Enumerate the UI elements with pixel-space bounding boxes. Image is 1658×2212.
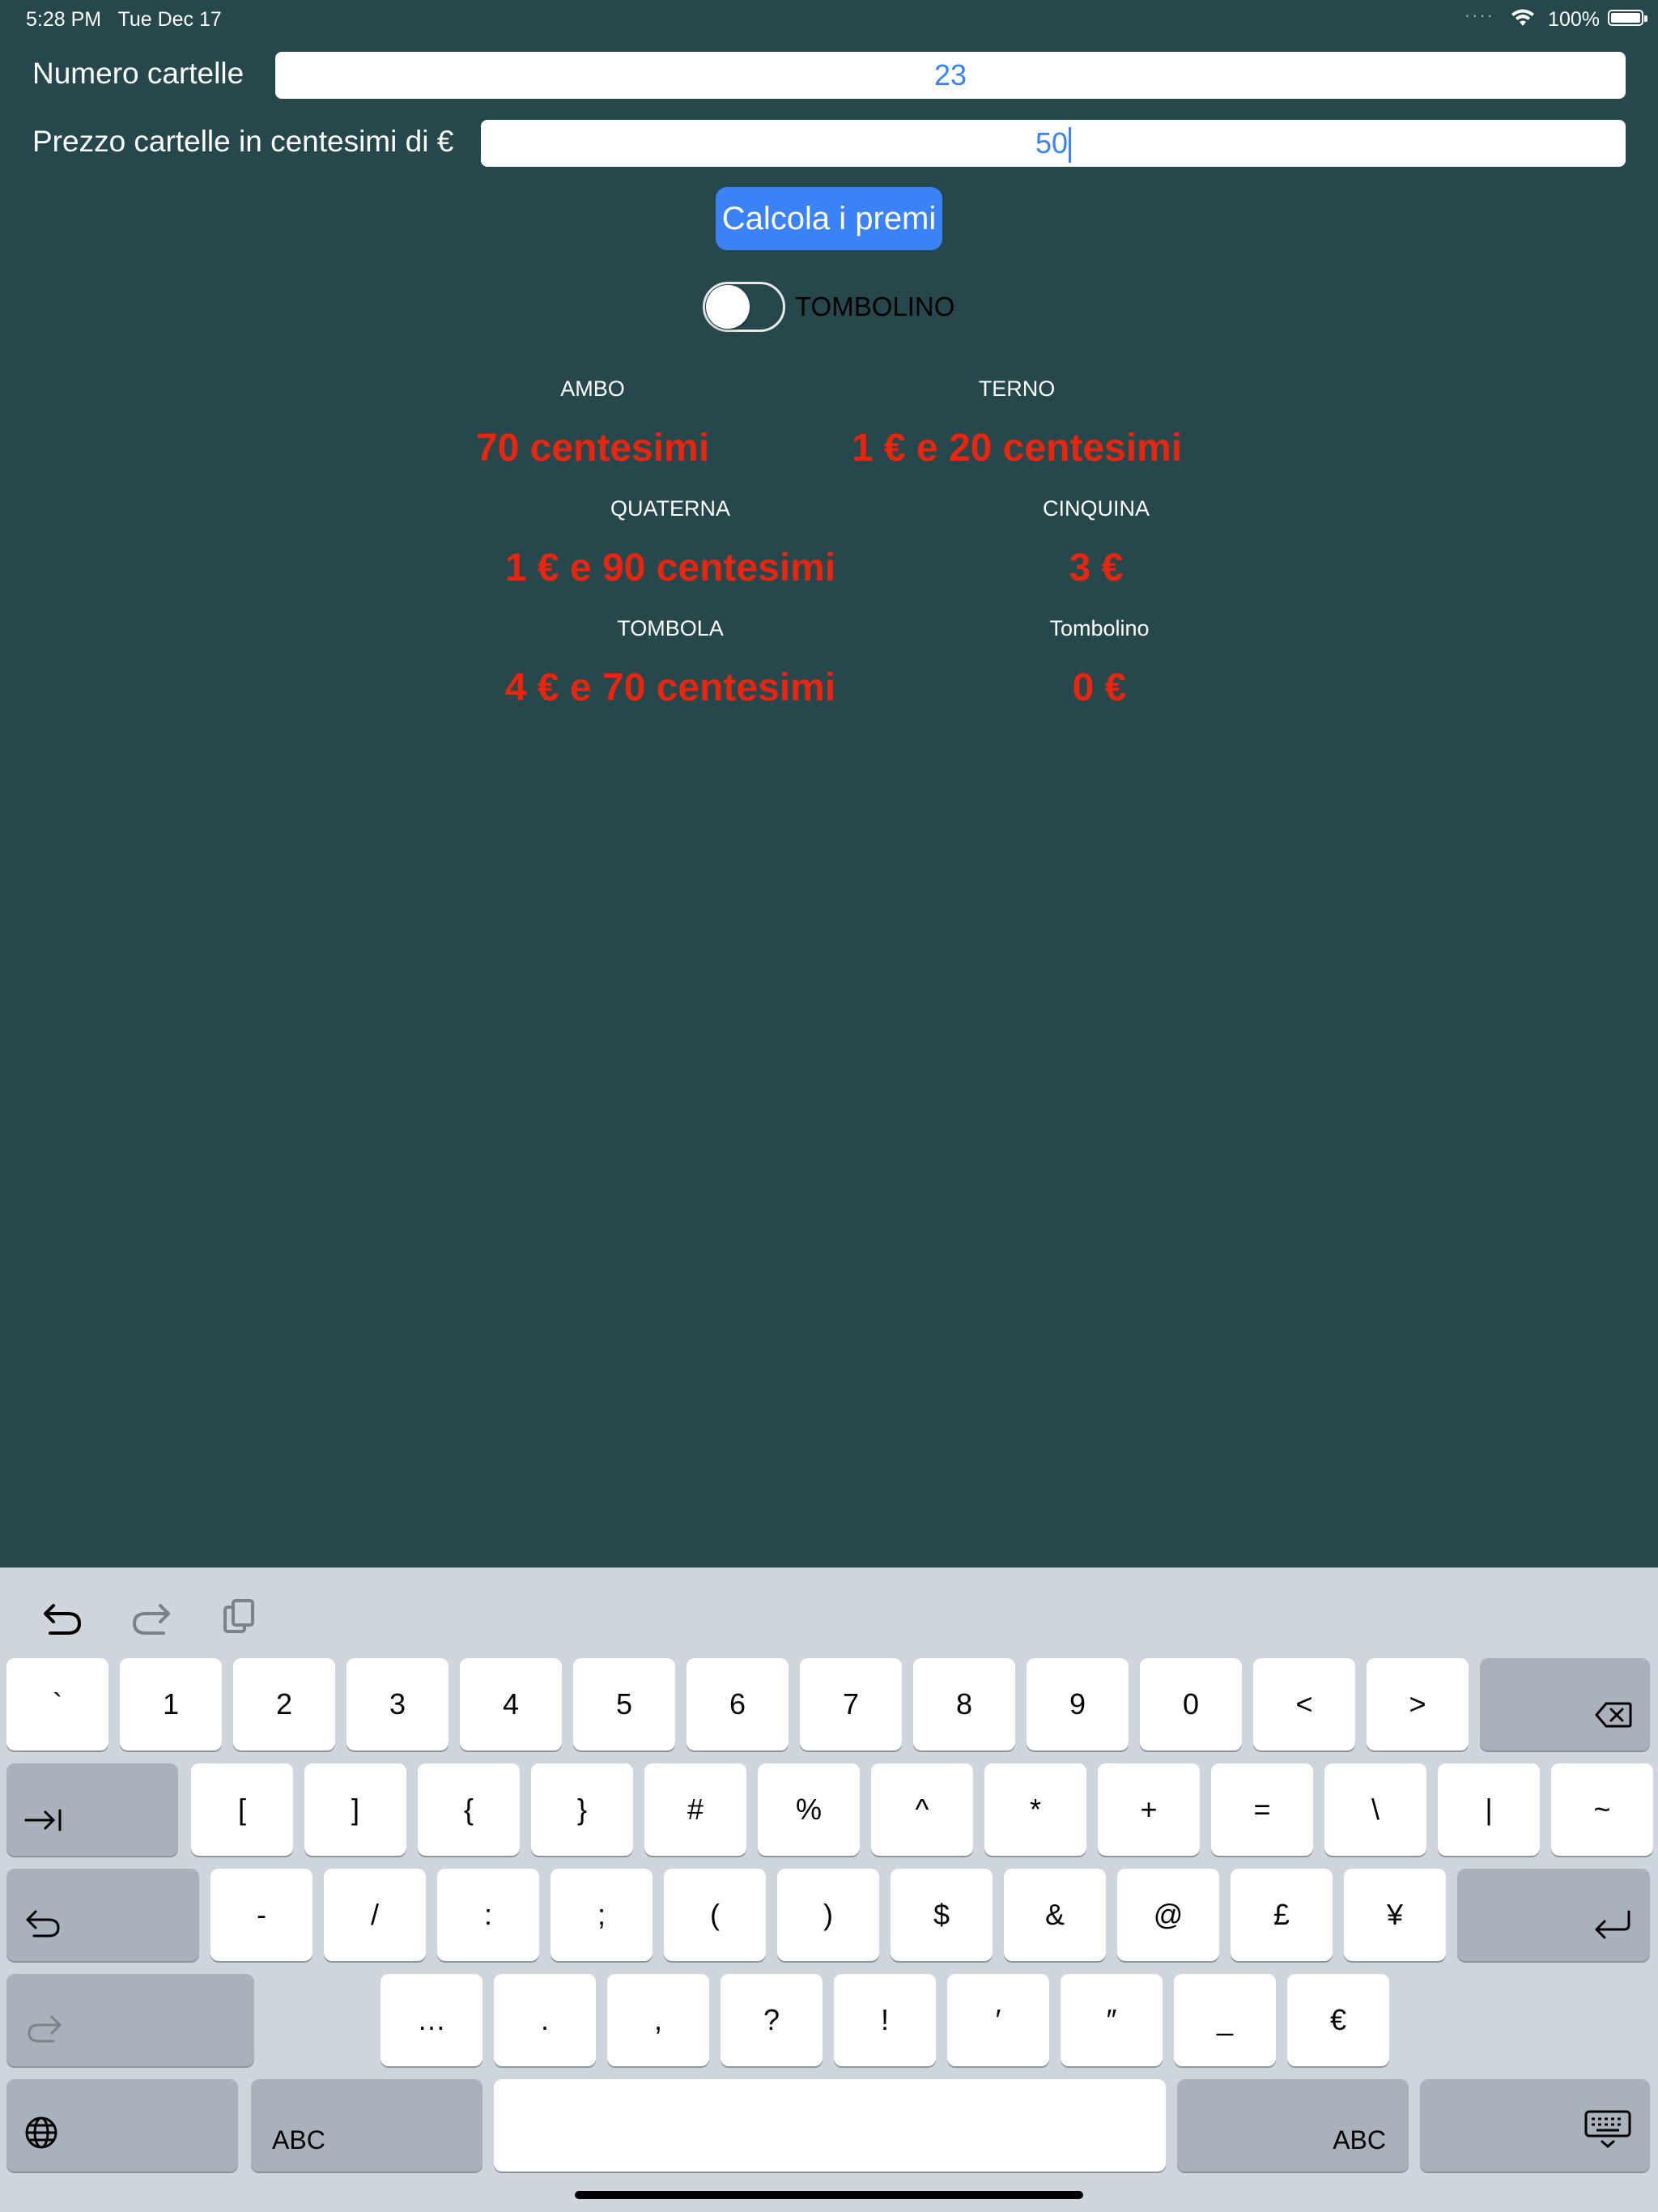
- abc-key-right-label: ABC: [1333, 2125, 1386, 2155]
- sym-key[interactable]: \: [1324, 1763, 1426, 1856]
- ambo-value: 70 centesimi: [475, 427, 710, 470]
- quaterna-label: QUATERNA: [610, 496, 730, 521]
- terno-value: 1 € e 20 centesimi: [851, 427, 1183, 470]
- num-key[interactable]: 2: [233, 1658, 335, 1750]
- battery-icon: [1608, 10, 1647, 26]
- calcola-premi-button[interactable]: Calcola i premi: [716, 187, 942, 250]
- backspace-icon: [1595, 1701, 1632, 1736]
- return-key[interactable]: [1457, 1869, 1650, 1961]
- num-key[interactable]: >: [1367, 1658, 1469, 1750]
- char-key[interactable]: …: [380, 1974, 483, 2066]
- keyboard-dismiss-icon: [1584, 2109, 1632, 2157]
- tombola-value: 4 € e 70 centesimi: [504, 666, 836, 709]
- num-key[interactable]: 0: [1140, 1658, 1242, 1750]
- char-key[interactable]: ?: [721, 1974, 823, 2066]
- num-key[interactable]: 7: [800, 1658, 902, 1750]
- abc-key-left[interactable]: ABC: [251, 2079, 483, 2172]
- return-icon: [1592, 1910, 1632, 1946]
- redo-key[interactable]: [6, 1974, 254, 2066]
- num-key[interactable]: 3: [346, 1658, 449, 1750]
- abc-key-left-label: ABC: [272, 2125, 325, 2155]
- char-key[interactable]: €: [1287, 1974, 1389, 2066]
- tombolino-value: 0 €: [1072, 666, 1127, 709]
- prezzo-cartelle-field[interactable]: 50: [481, 120, 1626, 167]
- char-key[interactable]: ″: [1061, 1974, 1163, 2066]
- punct-key[interactable]: $: [891, 1869, 993, 1961]
- terno-label: TERNO: [978, 376, 1056, 401]
- dismiss-keyboard-key[interactable]: [1420, 2079, 1650, 2172]
- undo-key[interactable]: [6, 1869, 199, 1961]
- sym-key[interactable]: }: [531, 1763, 633, 1856]
- sym-key[interactable]: %: [758, 1763, 860, 1856]
- tombolino-toggle-label: TOMBOLINO: [795, 291, 955, 321]
- sym-key[interactable]: *: [984, 1763, 1086, 1856]
- sym-key[interactable]: =: [1211, 1763, 1313, 1856]
- punct-key[interactable]: ¥: [1344, 1869, 1446, 1961]
- keyboard: ` 1 2 3 4 5 6 7 8 9 0 < > []{} #% ^ * + = \ | ~ - /:;() $ & @ £ ¥ ….,…: [0, 1568, 1658, 2212]
- char-key[interactable]: ,: [607, 1974, 709, 2066]
- num-key[interactable]: `: [6, 1658, 108, 1750]
- toggle-knob: [706, 285, 750, 329]
- undo-key-icon: [24, 1907, 63, 1946]
- tombolino-label: Tombolino: [1049, 616, 1150, 640]
- redo-key-icon: [24, 2012, 63, 2052]
- num-key[interactable]: 8: [913, 1658, 1015, 1750]
- punct-key[interactable]: £: [1231, 1869, 1333, 1961]
- tab-key[interactable]: [6, 1763, 178, 1856]
- sym-key[interactable]: +: [1098, 1763, 1200, 1856]
- numero-cartelle-value: 23: [933, 58, 967, 91]
- char-key[interactable]: ′: [947, 1974, 1049, 2066]
- char-key[interactable]: .: [494, 1974, 596, 2066]
- redo-icon[interactable]: [126, 1593, 175, 1641]
- sym-key[interactable]: |: [1438, 1763, 1540, 1856]
- status-bar: 5:28 PM Tue Dec 17 ···· 100%: [0, 0, 1658, 39]
- prezzo-cartelle-value: 50: [1035, 126, 1069, 160]
- num-key[interactable]: 9: [1027, 1658, 1129, 1750]
- text-cursor: [1069, 127, 1072, 164]
- paste-icon[interactable]: [215, 1593, 264, 1641]
- punct-key[interactable]: &: [1004, 1869, 1106, 1961]
- num-key[interactable]: 6: [687, 1658, 789, 1750]
- status-time: 5:28 PM Tue Dec 17: [26, 8, 222, 31]
- sym-key[interactable]: ~: [1551, 1763, 1653, 1856]
- space-key[interactable]: [494, 2079, 1166, 2172]
- battery-percent: 100%: [1548, 8, 1600, 31]
- ambo-label: AMBO: [560, 376, 625, 401]
- abc-key-right[interactable]: ABC: [1177, 2079, 1409, 2172]
- punct-key[interactable]: (: [664, 1869, 766, 1961]
- punct-key[interactable]: -: [210, 1869, 312, 1961]
- globe-key[interactable]: [6, 2079, 238, 2172]
- wifi-icon: [1511, 8, 1535, 33]
- cinquina-value: 3 €: [1069, 547, 1124, 589]
- tab-icon: [24, 1806, 63, 1841]
- numero-cartelle-field[interactable]: 23: [275, 52, 1626, 99]
- num-key[interactable]: 4: [460, 1658, 562, 1750]
- delete-key[interactable]: [1480, 1658, 1650, 1750]
- sym-key[interactable]: {: [418, 1763, 520, 1856]
- sym-key[interactable]: #: [644, 1763, 746, 1856]
- sym-key[interactable]: ^: [871, 1763, 973, 1856]
- sym-key[interactable]: ]: [304, 1763, 406, 1856]
- globe-icon: [24, 2116, 58, 2157]
- sym-key[interactable]: [: [191, 1763, 293, 1856]
- cinquina-label: CINQUINA: [1042, 496, 1150, 521]
- num-key[interactable]: <: [1253, 1658, 1355, 1750]
- char-key[interactable]: !: [834, 1974, 936, 2066]
- numero-cartelle-label: Numero cartelle: [32, 57, 244, 90]
- punct-key[interactable]: ): [777, 1869, 879, 1961]
- tombola-label: TOMBOLA: [617, 616, 724, 640]
- prezzo-cartelle-label: Prezzo cartelle in centesimi di €: [32, 125, 454, 158]
- undo-icon[interactable]: [39, 1593, 87, 1641]
- home-indicator: [575, 2191, 1083, 2199]
- punct-key[interactable]: :: [437, 1869, 539, 1961]
- num-key[interactable]: 5: [573, 1658, 675, 1750]
- char-key[interactable]: _: [1174, 1974, 1276, 2066]
- punct-key[interactable]: /: [324, 1869, 426, 1961]
- quaterna-value: 1 € e 90 centesimi: [504, 547, 836, 589]
- num-key[interactable]: 1: [120, 1658, 222, 1750]
- tombolino-toggle[interactable]: [703, 282, 785, 332]
- punct-key[interactable]: ;: [551, 1869, 653, 1961]
- multitasking-dots-icon: ····: [1464, 5, 1494, 25]
- punct-key[interactable]: @: [1117, 1869, 1219, 1961]
